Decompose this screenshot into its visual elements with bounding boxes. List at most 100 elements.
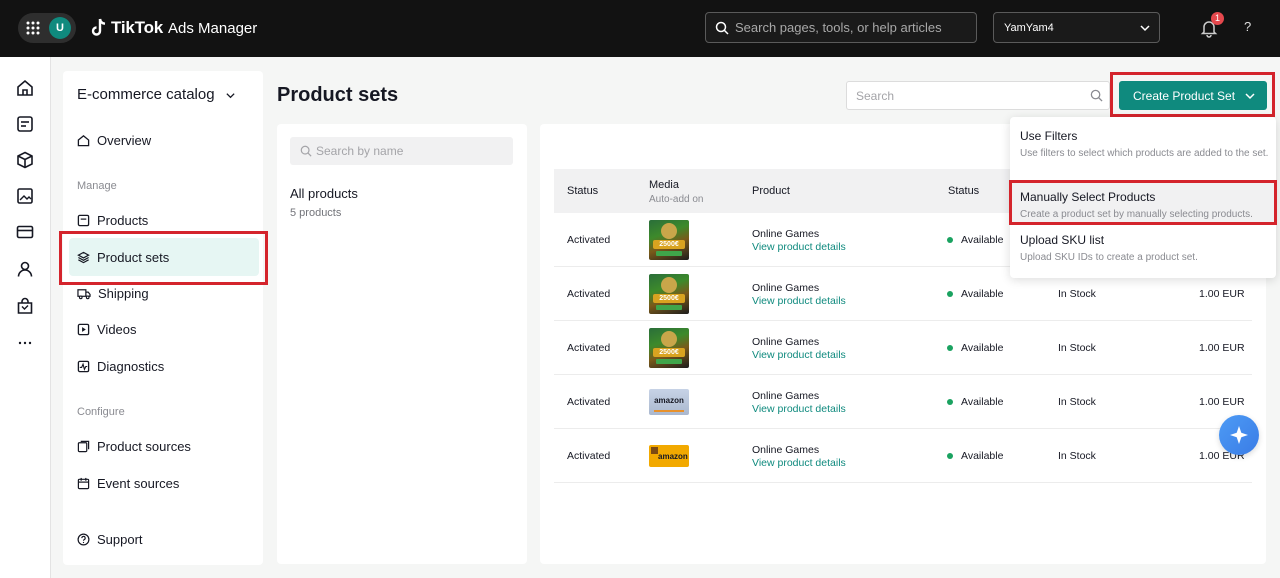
row-status: Activated bbox=[567, 342, 611, 354]
account-name: YamYam4 bbox=[1004, 22, 1054, 34]
availability-text: Available bbox=[961, 396, 1004, 408]
bag-icon[interactable] bbox=[16, 297, 34, 315]
table-row[interactable]: Activated 2500€ Online Games View produc… bbox=[554, 321, 1252, 375]
chevron-down-icon bbox=[226, 92, 235, 98]
product-thumbnail[interactable]: 2500€ bbox=[649, 328, 689, 368]
available-dot bbox=[947, 291, 953, 297]
sidebar-item-products[interactable]: Products bbox=[77, 210, 257, 230]
highlight-product-sets bbox=[59, 231, 268, 285]
sidebar-item-support[interactable]: Support bbox=[77, 529, 257, 549]
product-name: Online Games bbox=[752, 282, 820, 294]
catalog-selector[interactable]: E-commerce catalog bbox=[77, 86, 236, 103]
view-details-link[interactable]: View product details bbox=[752, 295, 846, 307]
product-thumbnail[interactable]: 2500€ bbox=[649, 274, 689, 314]
sidebar-item-label: Product sources bbox=[97, 438, 191, 454]
row-status: Activated bbox=[567, 396, 611, 408]
price-text: 1.00 EUR bbox=[1199, 396, 1245, 408]
campaign-icon[interactable] bbox=[16, 115, 34, 133]
help-button[interactable]: ? bbox=[1244, 19, 1251, 34]
price-text: 1.00 EUR bbox=[1199, 342, 1245, 354]
product-thumbnail[interactable]: amazon bbox=[649, 389, 689, 415]
tiktok-note-icon bbox=[91, 18, 106, 36]
card-icon[interactable] bbox=[16, 223, 34, 241]
left-rail bbox=[0, 57, 51, 578]
avatar[interactable]: U bbox=[49, 17, 71, 39]
stock-text: In Stock bbox=[1058, 450, 1096, 462]
availability-text: Available bbox=[961, 288, 1004, 300]
view-details-link[interactable]: View product details bbox=[752, 403, 846, 415]
sidebar-item-product-sources[interactable]: Product sources bbox=[77, 436, 257, 456]
product-search-input[interactable] bbox=[856, 82, 1086, 109]
grid-icon bbox=[26, 21, 40, 35]
brand-name: TikTok bbox=[111, 18, 164, 37]
row-status: Activated bbox=[567, 450, 611, 462]
sidebar-item-diagnostics[interactable]: Diagnostics bbox=[77, 356, 257, 376]
assistant-button[interactable] bbox=[1219, 415, 1259, 455]
question-icon bbox=[77, 533, 90, 545]
product-thumbnail[interactable]: 2500€ bbox=[649, 220, 689, 260]
view-details-link[interactable]: View product details bbox=[752, 349, 846, 361]
tiktok-logo[interactable]: TikTok Ads Manager bbox=[91, 16, 257, 40]
product-thumbnail[interactable]: amazon bbox=[649, 445, 689, 467]
column-header-availability[interactable]: Status bbox=[948, 185, 979, 197]
global-search-input[interactable] bbox=[735, 13, 971, 42]
availability-text: Available bbox=[961, 342, 1004, 354]
view-details-link[interactable]: View product details bbox=[752, 457, 846, 469]
search-icon bbox=[715, 21, 729, 35]
user-icon[interactable] bbox=[16, 260, 34, 278]
sidebar-item-shipping[interactable]: Shipping bbox=[77, 283, 257, 303]
menu-item-description: Upload SKU IDs to create a product set. bbox=[1020, 252, 1198, 263]
chevron-down-icon bbox=[1140, 25, 1150, 32]
menu-item-title: Upload SKU list bbox=[1020, 233, 1105, 247]
sidebar-item-overview[interactable]: Overview bbox=[77, 130, 257, 150]
column-header-media-sub: Auto-add on bbox=[649, 194, 704, 205]
sets-search-input[interactable] bbox=[316, 137, 506, 165]
available-dot bbox=[947, 345, 953, 351]
menu-item-upload-sku-list[interactable]: Upload SKU list Upload SKU IDs to create… bbox=[1010, 227, 1276, 271]
sidebar-item-videos[interactable]: Videos bbox=[77, 319, 257, 339]
column-header-media[interactable]: Media bbox=[649, 179, 679, 191]
search-icon bbox=[1090, 89, 1103, 102]
view-details-link[interactable]: View product details bbox=[752, 241, 846, 253]
sidebar-item-label: Products bbox=[97, 212, 149, 228]
sidebar-item-label: Event sources bbox=[97, 475, 180, 491]
available-dot bbox=[947, 399, 953, 405]
brand-subtitle: Ads Manager bbox=[168, 19, 258, 37]
product-name: Online Games bbox=[752, 390, 820, 402]
home-icon[interactable] bbox=[16, 79, 34, 97]
highlight-create-button bbox=[1110, 72, 1275, 117]
sidebar-item-label: Shipping bbox=[98, 285, 149, 301]
product-name: Online Games bbox=[752, 228, 820, 240]
table-row[interactable]: Activated amazon Online Games View produ… bbox=[554, 429, 1252, 483]
set-all-products[interactable]: All products bbox=[290, 186, 358, 201]
cube-icon[interactable] bbox=[16, 151, 34, 169]
product-icon bbox=[77, 214, 90, 226]
section-label-manage: Manage bbox=[77, 180, 117, 192]
search-icon bbox=[300, 145, 312, 157]
menu-item-title: Use Filters bbox=[1020, 129, 1078, 143]
column-header-status[interactable]: Status bbox=[567, 185, 598, 197]
menu-item-use-filters[interactable]: Use Filters Use filters to select which … bbox=[1010, 123, 1276, 179]
image-icon[interactable] bbox=[16, 187, 34, 205]
stock-text: In Stock bbox=[1058, 342, 1096, 354]
global-search bbox=[705, 12, 977, 43]
sidebar-item-event-sources[interactable]: Event sources bbox=[77, 473, 257, 493]
page-title: Product sets bbox=[277, 84, 399, 106]
sidebar-item-label: Overview bbox=[97, 132, 152, 148]
more-icon[interactable] bbox=[16, 334, 34, 352]
row-status: Activated bbox=[567, 288, 611, 300]
available-dot bbox=[947, 237, 953, 243]
stock-text: In Stock bbox=[1058, 288, 1096, 300]
sources-icon bbox=[77, 440, 90, 452]
availability-text: Available bbox=[961, 450, 1004, 462]
highlight-manually-select bbox=[1009, 180, 1277, 225]
column-header-product[interactable]: Product bbox=[752, 185, 790, 197]
catalog-title: E-commerce catalog bbox=[77, 86, 215, 103]
row-status: Activated bbox=[567, 234, 611, 246]
table-row[interactable]: Activated amazon Online Games View produ… bbox=[554, 375, 1252, 429]
section-label-configure: Configure bbox=[77, 406, 125, 418]
video-icon bbox=[77, 323, 90, 335]
app-switcher[interactable]: U bbox=[18, 13, 76, 43]
account-select[interactable]: YamYam4 bbox=[993, 12, 1160, 43]
diagnostics-icon bbox=[77, 360, 90, 372]
